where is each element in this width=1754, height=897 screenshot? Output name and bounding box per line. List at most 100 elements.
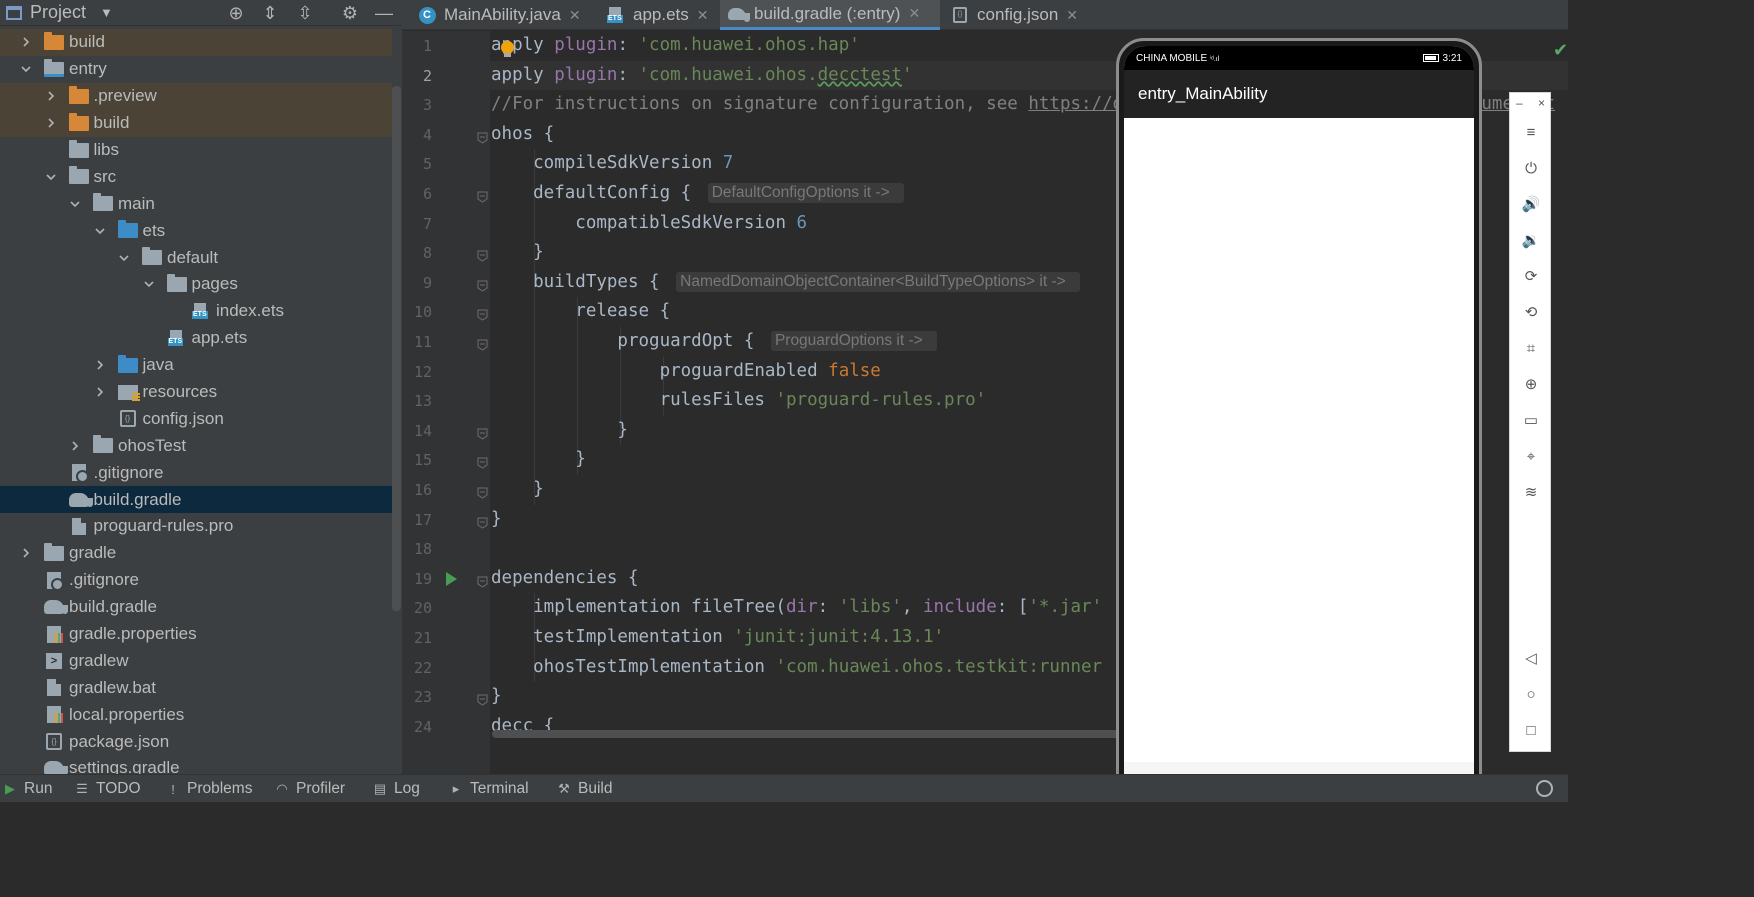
tree-item[interactable]: > gradlew	[0, 647, 392, 674]
power-icon[interactable]: ⏻	[1522, 159, 1540, 177]
chevron-right-icon[interactable]	[18, 34, 34, 50]
tool-window-log[interactable]: ▤ Log	[373, 780, 420, 798]
tree-item[interactable]: build	[0, 29, 392, 56]
tree-item[interactable]: ohosTest	[0, 432, 392, 459]
tree-item[interactable]: .gitignore	[0, 567, 392, 594]
screenshot-crop-icon[interactable]: ⌗	[1522, 339, 1540, 357]
tree-item[interactable]: build.gradle	[0, 486, 392, 514]
tree-item[interactable]: .preview	[0, 82, 392, 110]
rotate-icon[interactable]: ⟳	[1522, 267, 1540, 285]
tree-item[interactable]: gradle	[0, 540, 392, 567]
close-icon[interactable]: ✕	[1066, 7, 1078, 24]
gear-icon[interactable]: ⚙	[339, 2, 361, 24]
fold-marker-icon[interactable]	[477, 425, 488, 440]
hide-panel-icon[interactable]: —	[373, 2, 395, 24]
tree-item[interactable]: resources	[0, 379, 392, 406]
tree-item[interactable]: pages	[0, 271, 392, 298]
locate-file-icon[interactable]: ⊕	[225, 2, 247, 24]
tree-item[interactable]: libs	[0, 137, 392, 164]
volume-up-icon[interactable]: 🔊	[1522, 195, 1541, 213]
tool-window-run[interactable]: ▶ Run	[3, 780, 52, 798]
tree-item[interactable]: src	[0, 163, 392, 190]
run-gutter-icon[interactable]	[446, 571, 457, 586]
fold-marker-icon[interactable]	[477, 277, 488, 292]
chevron-right-icon[interactable]	[43, 115, 59, 131]
fold-marker-icon[interactable]	[477, 336, 488, 351]
event-log-icon[interactable]	[1536, 780, 1553, 797]
location-icon[interactable]: ⌖	[1522, 447, 1540, 465]
code-line[interactable]: apply plugin: 'com.huawei.ohos.hap'	[491, 31, 860, 61]
fold-marker-icon[interactable]	[477, 247, 488, 262]
chevron-down-icon[interactable]	[43, 169, 59, 185]
tree-item[interactable]: build.gradle	[0, 594, 392, 621]
code-line[interactable]: rulesFiles 'proguard-rules.pro'	[491, 386, 987, 416]
menu-icon[interactable]: ≡	[1522, 123, 1540, 141]
code-line[interactable]: testImplementation 'junit:junit:4.13.1'	[491, 623, 944, 653]
chevron-down-icon[interactable]	[67, 196, 83, 212]
code-line[interactable]: }	[491, 505, 502, 535]
editor-tab[interactable]: C MainAbility.java ✕	[410, 0, 595, 30]
chevron-down-icon[interactable]	[116, 250, 132, 266]
home-icon[interactable]: ○	[1522, 685, 1540, 703]
tree-item[interactable]: {} package.json	[0, 728, 392, 755]
code-line[interactable]: release {	[491, 297, 670, 327]
fold-marker-icon[interactable]	[477, 188, 488, 203]
tree-scrollbar[interactable]	[392, 86, 401, 611]
code-line[interactable]: }	[491, 238, 544, 268]
tree-item[interactable]: settings.gradle	[0, 755, 392, 774]
fold-marker-icon[interactable]	[477, 454, 488, 469]
tool-window-todo[interactable]: ☰ TODO	[75, 780, 140, 798]
chevron-down-icon[interactable]	[92, 223, 108, 239]
fold-marker-icon[interactable]	[477, 484, 488, 499]
minimize-icon[interactable]: –	[1516, 96, 1523, 110]
back-icon[interactable]: ◁	[1522, 649, 1540, 667]
code-line[interactable]: defaultConfig { DefaultConfigOptions it …	[491, 179, 904, 209]
chevron-right-icon[interactable]	[18, 545, 34, 561]
close-icon[interactable]: ✕	[908, 5, 920, 22]
code-line[interactable]: }	[491, 416, 628, 446]
project-title[interactable]: Project	[30, 2, 86, 23]
wifi-icon[interactable]: ≋	[1522, 483, 1540, 501]
code-line[interactable]: apply plugin: 'com.huawei.ohos.decctest'	[491, 61, 912, 91]
close-icon[interactable]: ✕	[569, 7, 581, 24]
tool-window-profiler[interactable]: ◠ Profiler	[275, 780, 345, 798]
collapse-all-icon[interactable]: ⇳	[294, 2, 316, 24]
code-line[interactable]: dependencies {	[491, 564, 639, 594]
chevron-right-icon[interactable]	[67, 438, 83, 454]
editor-tab[interactable]: build.gradle (:entry) ✕	[720, 0, 940, 30]
code-line[interactable]: compileSdkVersion 7	[491, 149, 733, 179]
tool-window-terminal[interactable]: ▸ Terminal	[449, 780, 529, 798]
tree-item[interactable]: gradlew.bat	[0, 674, 392, 701]
emulator-screen[interactable]: CHINA MOBILE ⁱᵈ.ıl 3:21 entry_MainAbilit…	[1124, 46, 1474, 798]
tree-item[interactable]: main	[0, 190, 392, 217]
tree-item[interactable]: proguard-rules.pro	[0, 513, 392, 540]
chevron-down-icon[interactable]: ▼	[100, 5, 113, 20]
code-line[interactable]: }	[491, 475, 544, 505]
tool-window-problems[interactable]: ! Problems	[166, 780, 252, 798]
chevron-right-icon[interactable]	[92, 357, 108, 373]
code-line[interactable]: ohos {	[491, 120, 554, 150]
close-icon[interactable]: ×	[1538, 96, 1545, 110]
code-line[interactable]: }	[491, 445, 586, 475]
code-line[interactable]: compatibleSdkVersion 6	[491, 209, 807, 239]
recents-icon[interactable]: □	[1522, 721, 1540, 739]
tool-window-build[interactable]: ⚒ Build	[557, 780, 612, 798]
tree-item[interactable]: {} config.json	[0, 405, 392, 432]
tree-item[interactable]: build	[0, 109, 392, 137]
fold-marker-icon[interactable]	[477, 306, 488, 321]
rotate-reverse-icon[interactable]: ⟲	[1522, 303, 1540, 321]
code-line[interactable]: proguardEnabled false	[491, 357, 881, 387]
code-line[interactable]: buildTypes { NamedDomainObjectContainer<…	[491, 268, 1080, 298]
editor-tab[interactable]: {} config.json ✕	[943, 0, 1081, 30]
tree-item[interactable]: local.properties	[0, 701, 392, 728]
chevron-right-icon[interactable]	[92, 384, 108, 400]
chevron-down-icon[interactable]	[18, 61, 34, 77]
lightbulb-icon[interactable]	[501, 41, 514, 57]
editor-horizontal-scrollbar[interactable]	[492, 730, 1122, 738]
tree-item[interactable]: default	[0, 244, 392, 271]
tree-item[interactable]: ETS app.ets	[0, 325, 392, 352]
editor-tab[interactable]: ETS app.ets ✕	[599, 0, 716, 30]
fold-marker-icon[interactable]	[477, 573, 488, 588]
tree-item[interactable]: java	[0, 352, 392, 379]
zoom-icon[interactable]: ⊕	[1522, 375, 1540, 393]
